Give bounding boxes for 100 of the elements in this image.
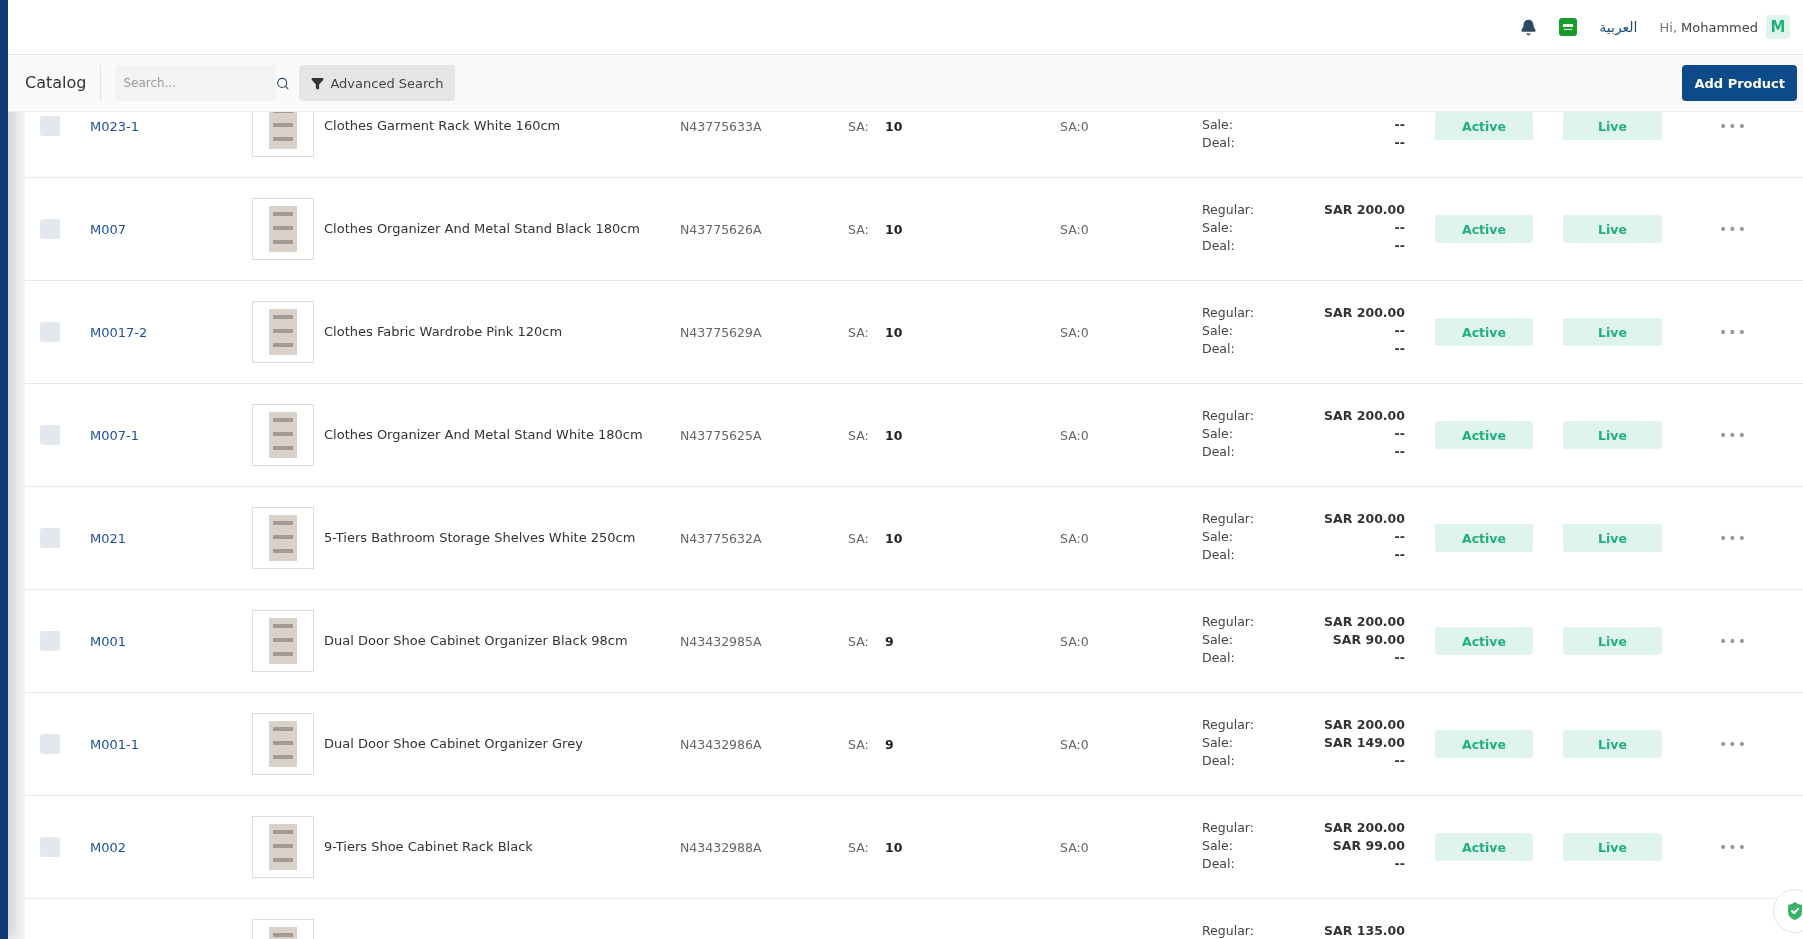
price-value: --: [1393, 753, 1405, 770]
row-checkbox[interactable]: [40, 219, 60, 239]
price-label: Deal:: [1202, 547, 1236, 564]
price-value: SAR 200.00: [1323, 820, 1405, 837]
stock-quantity: 9: [885, 633, 895, 649]
price-label: Deal:: [1202, 650, 1236, 667]
price-label: Sale:: [1202, 735, 1234, 752]
status-badge: Active: [1435, 833, 1533, 861]
stock-quantity: 10: [885, 839, 904, 855]
price-value: --: [1393, 323, 1405, 340]
row-checkbox[interactable]: [40, 837, 60, 857]
visibility-badge: Live: [1563, 730, 1662, 758]
barcode-text: N43775629A: [680, 324, 763, 340]
stock-label: SA:: [848, 839, 870, 855]
price-value: SAR 90.00: [1331, 632, 1405, 649]
sku-link[interactable]: M007: [90, 221, 252, 237]
price-label: Regular:: [1202, 820, 1255, 837]
barcode-text: N43432985A: [680, 633, 763, 649]
price-value: --: [1393, 856, 1405, 873]
price-label: Sale:: [1202, 220, 1234, 237]
status-badge: Active: [1435, 524, 1533, 552]
sku-link[interactable]: M0017-2: [90, 324, 252, 340]
price-value: SAR 200.00: [1323, 305, 1405, 322]
price-label: Deal:: [1202, 238, 1236, 255]
user-name[interactable]: Mohammed: [1681, 19, 1758, 35]
warehouse-stock: SA:0: [1060, 324, 1090, 340]
price-label: Regular:: [1202, 408, 1255, 425]
sku-link[interactable]: M002: [90, 839, 252, 855]
barcode-text: N43432986A: [680, 736, 763, 752]
row-checkbox[interactable]: [40, 425, 60, 445]
row-checkbox[interactable]: [40, 322, 60, 342]
status-badge: Active: [1435, 112, 1533, 140]
filter-icon: [311, 76, 325, 90]
price-label: Regular:: [1202, 202, 1255, 219]
status-badge: Active: [1435, 215, 1533, 243]
add-product-button[interactable]: Add Product: [1682, 65, 1797, 101]
stock-quantity: 9: [885, 736, 895, 752]
advanced-search-button[interactable]: Advanced Search: [299, 65, 456, 101]
price-value: --: [1393, 426, 1405, 443]
product-name: Clothes Organizer And Metal Stand White 180cm: [323, 427, 644, 443]
product-name: Clothes Organizer And Metal Stand Black 180cm: [323, 221, 641, 237]
price-value: SAR 200.00: [1323, 614, 1405, 631]
price-value: --: [1393, 444, 1405, 461]
product-name: 9-Tiers Shoe Cabinet Rack Black: [323, 839, 534, 855]
price-value: --: [1393, 547, 1405, 564]
sku-link[interactable]: M007-1: [90, 427, 252, 443]
language-link[interactable]: العربية: [1599, 19, 1638, 35]
stock-label: SA:: [848, 530, 870, 546]
visibility-badge: Live: [1563, 112, 1662, 140]
stock-quantity: 10: [885, 427, 904, 443]
greeting-text: Hi,: [1659, 19, 1678, 35]
page-title: Catalog: [25, 65, 102, 101]
price-value: --: [1393, 220, 1405, 237]
visibility-badge: Live: [1563, 421, 1662, 449]
price-label: Sale:: [1202, 632, 1234, 649]
price-value: --: [1393, 135, 1405, 152]
stock-label: SA:: [848, 118, 870, 134]
row-checkbox[interactable]: [40, 528, 60, 548]
price-value: SAR 200.00: [1323, 511, 1405, 528]
price-label: Regular:: [1202, 511, 1255, 528]
barcode-text: N43775625A: [680, 427, 763, 443]
stock-quantity: 10: [885, 221, 904, 237]
row-checkbox[interactable]: [40, 734, 60, 754]
barcode-text: N43775633A: [680, 118, 763, 134]
price-value: SAR 149.00: [1323, 735, 1405, 752]
price-label: Regular:: [1202, 614, 1255, 631]
warehouse-stock: SA:0: [1060, 633, 1090, 649]
price-label: Deal:: [1202, 135, 1236, 152]
sku-link[interactable]: M001: [90, 633, 252, 649]
visibility-badge: Live: [1563, 627, 1662, 655]
stock-label: SA:: [848, 736, 870, 752]
price-label: Sale:: [1202, 117, 1234, 134]
sku-link[interactable]: M021: [90, 530, 252, 546]
status-badge: Active: [1435, 627, 1533, 655]
warehouse-stock: SA:0: [1060, 118, 1090, 134]
row-checkbox[interactable]: [40, 116, 60, 136]
row-checkbox[interactable]: [40, 631, 60, 651]
price-value: SAR 99.00: [1331, 838, 1405, 855]
price-label: Deal:: [1202, 753, 1236, 770]
warehouse-stock: SA:0: [1060, 839, 1090, 855]
stock-label: SA:: [848, 221, 870, 237]
flag-icon[interactable]: [1559, 18, 1578, 36]
stock-quantity: 10: [885, 118, 904, 134]
price-label: Sale:: [1202, 323, 1234, 340]
price-label: Deal:: [1202, 444, 1236, 461]
price-label: Deal:: [1202, 341, 1236, 358]
barcode-text: N43775632A: [680, 530, 763, 546]
price-label: Regular:: [1202, 923, 1255, 939]
status-badge: Active: [1435, 421, 1533, 449]
search-icon[interactable]: [275, 75, 290, 91]
barcode-text: N43775626A: [680, 221, 763, 237]
sku-link[interactable]: M001-1: [90, 736, 252, 752]
notification-bell-icon[interactable]: [1520, 18, 1538, 36]
status-badge: Active: [1435, 318, 1533, 346]
sku-link[interactable]: M023-1: [90, 118, 252, 134]
warehouse-stock: SA:0: [1060, 427, 1090, 443]
visibility-badge: Live: [1563, 524, 1662, 552]
warehouse-stock: SA:0: [1060, 736, 1090, 752]
price-label: Regular:: [1202, 305, 1255, 322]
price-value: SAR 200.00: [1323, 717, 1405, 734]
